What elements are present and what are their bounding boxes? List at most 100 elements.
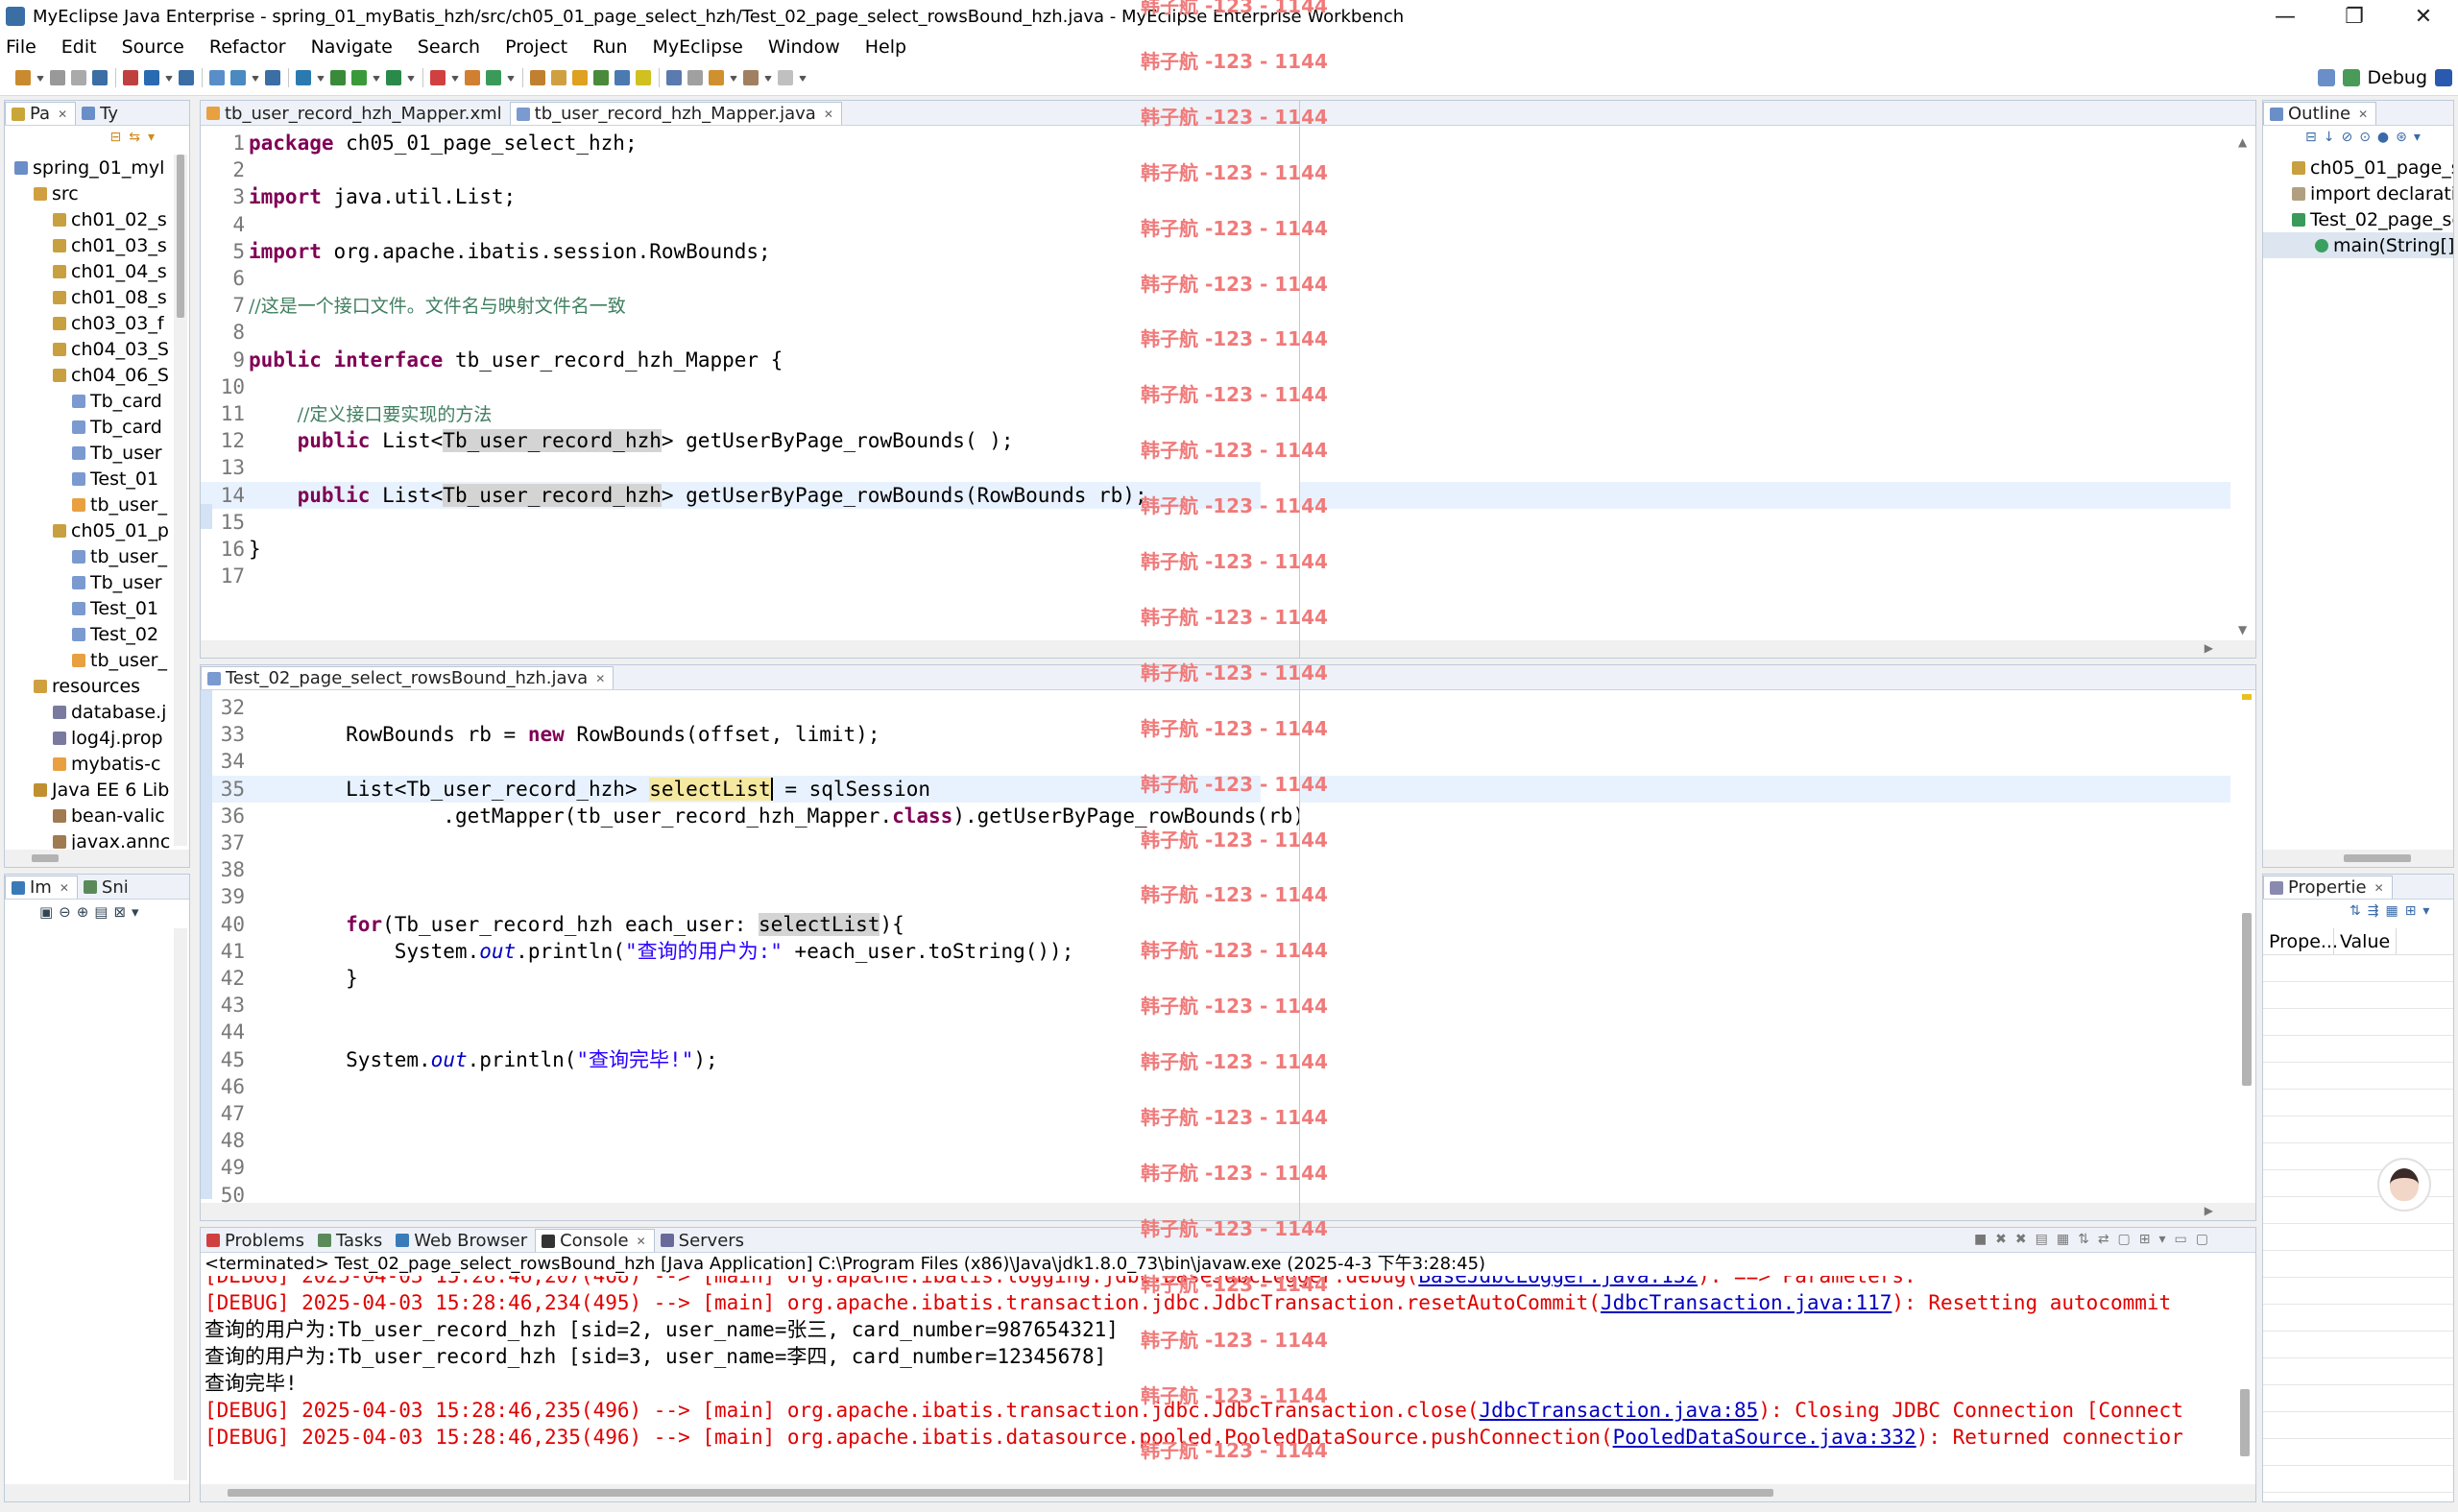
code-line[interactable]: 41 System.out.println("查询的用户为:" +each_us… xyxy=(201,938,1261,965)
tab-properties[interactable]: Propertie ✕ xyxy=(2263,876,2393,899)
dropdown-arrow-icon[interactable] xyxy=(165,76,173,82)
dropdown-arrow-icon[interactable] xyxy=(451,76,459,82)
console-output[interactable]: [DEBUG] 2025-04-03 15:28:46,207(468) -->… xyxy=(201,1276,2232,1479)
editor-top-vertical-scrollbar[interactable]: ▲ ▼ xyxy=(2234,130,2253,638)
editor-bottom-horizontal-scrollbar[interactable] xyxy=(201,1203,1299,1220)
outline-toolbar-icons[interactable]: ⊟↓⊘⊙●⊛▾ xyxy=(2305,130,2427,145)
toolbar-button-icon[interactable] xyxy=(92,70,108,85)
code-line[interactable]: 42 } xyxy=(201,965,1261,992)
toolbar-button-icon[interactable] xyxy=(330,70,346,85)
tree-item[interactable]: Test_01 xyxy=(5,595,170,621)
dropdown-arrow-icon[interactable] xyxy=(799,76,807,82)
tab-mapper-xml[interactable]: tb_user_record_hzh_Mapper.xml xyxy=(201,102,510,125)
menu-search[interactable]: Search xyxy=(418,36,480,58)
code-line[interactable]: 7//这是一个接口文件。文件名与映射文件名一致 xyxy=(201,292,1261,319)
tab-tasks[interactable]: Tasks xyxy=(312,1229,390,1252)
toolbar-button-icon[interactable] xyxy=(296,70,311,85)
scroll-right-icon[interactable]: ▶ xyxy=(2205,1204,2213,1217)
console-line[interactable]: 查询的用户为:Tb_user_record_hzh [sid=2, user_n… xyxy=(201,1316,2232,1343)
tree-item[interactable]: Test_01 xyxy=(5,466,170,492)
menu-navigate[interactable]: Navigate xyxy=(311,36,393,58)
code-line[interactable]: 32 xyxy=(201,694,1261,721)
scroll-up-icon[interactable]: ▲ xyxy=(2238,135,2247,149)
code-line[interactable]: 5 import org.apache.ibatis.session.RowBou… xyxy=(201,238,1261,265)
tree-vertical-scrollbar[interactable] xyxy=(174,155,187,846)
scroll-thumb[interactable] xyxy=(2344,854,2411,862)
code-area-top[interactable]: 1 package ch05_01_page_select_hzh; 2 3 impor… xyxy=(201,126,1299,635)
code-line[interactable]: 43 xyxy=(201,992,1261,1019)
menu-refactor[interactable]: Refactor xyxy=(209,36,286,58)
tree-item[interactable]: src xyxy=(5,180,170,206)
code-line[interactable]: 33 RowBounds rb = new RowBounds(offset, … xyxy=(201,721,1261,748)
menu-run[interactable]: Run xyxy=(592,36,627,58)
scroll-thumb[interactable] xyxy=(177,155,184,318)
tab-mapper-java[interactable]: tb_user_record_hzh_Mapper.java ✕ xyxy=(509,102,842,125)
dropdown-arrow-icon[interactable] xyxy=(507,76,515,82)
properties-toolbar-icons[interactable]: ⇅⇶▦⊞▾ xyxy=(2350,903,2436,919)
toolbar-button-icon[interactable] xyxy=(572,70,588,85)
dropdown-arrow-icon[interactable] xyxy=(317,76,325,82)
toolbar-button-icon[interactable] xyxy=(430,70,446,85)
column-value[interactable]: Value xyxy=(2334,928,2398,954)
code-line[interactable]: 2 xyxy=(201,156,1261,183)
toolbar-button-icon[interactable] xyxy=(123,70,138,85)
tree-item[interactable]: ch03_03_f xyxy=(5,310,170,336)
menu-edit[interactable]: Edit xyxy=(61,36,97,58)
tree-item[interactable]: mybatis-c xyxy=(5,751,170,777)
editor-bottom-hscroll-fill[interactable]: ▶ xyxy=(1300,1203,2255,1220)
tree-item[interactable]: spring_01_myl xyxy=(5,155,170,180)
code-line[interactable]: 17 xyxy=(201,563,1261,589)
toolbar-button-icon[interactable] xyxy=(50,70,65,85)
outline-item[interactable]: ch05_01_page_s xyxy=(2263,155,2453,180)
warning-marker[interactable] xyxy=(2242,694,2252,700)
code-line[interactable]: 16} xyxy=(201,536,1261,563)
tree-item[interactable]: tb_user_ xyxy=(5,492,170,517)
open-perspective-icon[interactable] xyxy=(2317,69,2335,86)
menu-myeclipse[interactable]: MyEclipse xyxy=(653,36,743,58)
maximize-button[interactable]: ❐ xyxy=(2320,0,2389,33)
code-line[interactable]: 15 xyxy=(201,509,1261,536)
toolbar-button-icon[interactable] xyxy=(265,70,280,85)
close-icon[interactable]: ✕ xyxy=(2358,108,2368,121)
code-line[interactable]: 4 xyxy=(201,211,1261,238)
java-perspective-icon[interactable] xyxy=(2435,69,2452,86)
toolbar-button-icon[interactable] xyxy=(15,70,31,85)
tree-item[interactable]: log4j.prop xyxy=(5,725,170,751)
code-line[interactable]: 1 package ch05_01_page_select_hzh; xyxy=(201,130,1261,156)
dropdown-arrow-icon[interactable] xyxy=(252,76,259,82)
tree-item[interactable]: database.j xyxy=(5,699,170,725)
dropdown-arrow-icon[interactable] xyxy=(730,76,737,82)
toolbar-button-icon[interactable] xyxy=(179,70,194,85)
console-horizontal-scrollbar[interactable] xyxy=(201,1484,2255,1501)
code-line[interactable]: 36 .getMapper(tb_user_record_hzh_Mapper.… xyxy=(201,803,1299,829)
tab-snippets[interactable]: Sni xyxy=(78,876,136,899)
console-line[interactable]: [DEBUG] 2025-04-03 15:28:46,207(468) -->… xyxy=(201,1276,2232,1289)
tree-item[interactable]: ch05_01_p xyxy=(5,517,170,543)
collapse-link-icons[interactable]: ⊟⇆▾ xyxy=(110,130,163,145)
tab-image-preview[interactable]: Im ✕ xyxy=(5,876,78,899)
tab-servers[interactable]: Servers xyxy=(655,1229,752,1252)
code-line[interactable]: 8 xyxy=(201,319,1261,346)
toolbar-button-icon[interactable] xyxy=(743,70,759,85)
code-line[interactable]: 37 xyxy=(201,829,1261,856)
code-line[interactable]: 45 System.out.println("查询完毕!"); xyxy=(201,1046,1261,1073)
toolbar-button-icon[interactable] xyxy=(778,70,793,85)
close-icon[interactable]: ✕ xyxy=(2374,881,2384,895)
dropdown-arrow-icon[interactable] xyxy=(373,76,380,82)
code-line[interactable]: 38 xyxy=(201,856,1261,883)
tree-item[interactable]: ch01_04_s xyxy=(5,258,170,284)
tree-item[interactable]: ch01_02_s xyxy=(5,206,170,232)
assistant-avatar[interactable] xyxy=(2377,1158,2431,1212)
dropdown-arrow-icon[interactable] xyxy=(764,76,772,82)
code-line[interactable]: 34 xyxy=(201,748,1261,775)
code-area-bottom[interactable]: 32 33 RowBounds rb = new RowBounds(offset… xyxy=(201,690,1299,1207)
code-line[interactable]: 44 xyxy=(201,1019,1261,1045)
tree-item[interactable]: Tb_card xyxy=(5,414,170,440)
toolbar-button-icon[interactable] xyxy=(209,70,225,85)
image-horizontal-scrollbar[interactable] xyxy=(5,1484,189,1501)
scroll-down-icon[interactable]: ▼ xyxy=(2238,623,2247,636)
toolbar-button-icon[interactable] xyxy=(144,70,159,85)
menu-source[interactable]: Source xyxy=(122,36,184,58)
code-line[interactable]: 49 xyxy=(201,1154,1261,1181)
tree-item[interactable]: Tb_card xyxy=(5,388,170,414)
